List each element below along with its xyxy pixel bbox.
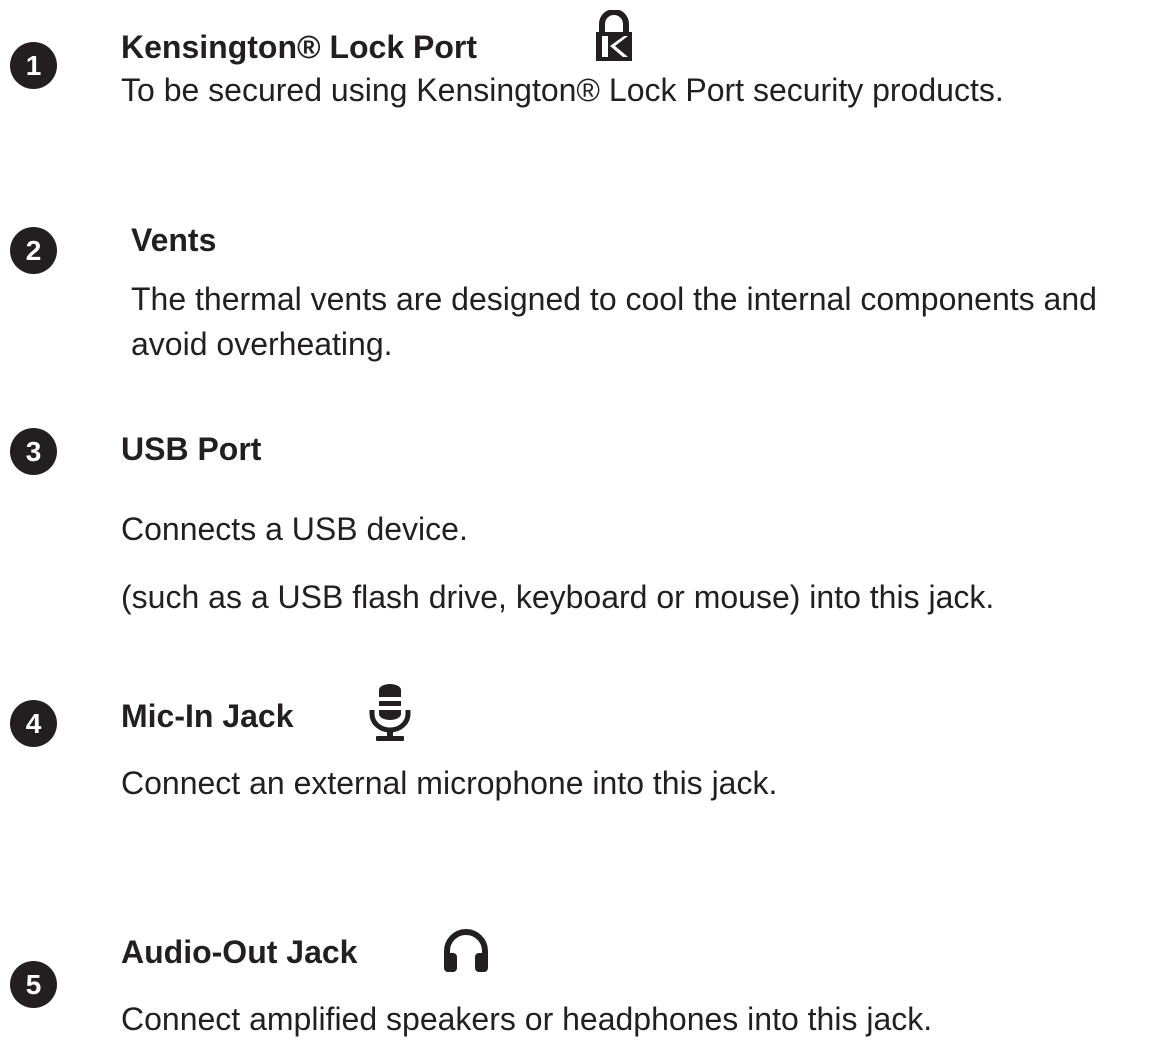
item-description-kensington-lock-port: To be secured using Kensington® Lock Por… xyxy=(121,72,1004,108)
microphone-icon xyxy=(368,684,412,744)
item-description-usb-port-line-1: Connects a USB device. xyxy=(121,511,468,547)
item-description-mic-in-jack: Connect an external microphone into this… xyxy=(121,765,778,801)
item-title-usb-port: USB Port xyxy=(121,431,262,467)
item-number-badge-5: 5 xyxy=(10,961,57,1008)
item-description-usb-port-line-2: (such as a USB flash drive, keyboard or … xyxy=(121,579,995,615)
item-number-badge-3: 3 xyxy=(10,428,57,475)
headphones-icon xyxy=(441,925,491,973)
item-description-vents-line-2: avoid overheating. xyxy=(131,326,393,362)
item-number-badge-2: 2 xyxy=(10,227,57,274)
item-title-audio-out-jack: Audio-Out Jack xyxy=(121,934,358,970)
item-title-mic-in-jack: Mic-In Jack xyxy=(121,698,294,734)
item-description-vents-line-1: The thermal vents are designed to cool t… xyxy=(131,281,1097,317)
item-title-kensington-lock-port: Kensington® Lock Port xyxy=(121,29,478,65)
item-number-badge-4: 4 xyxy=(10,700,57,747)
item-title-vents: Vents xyxy=(131,222,217,258)
item-number-badge-1: 1 xyxy=(10,42,57,89)
item-description-audio-out-jack: Connect amplified speakers or headphones… xyxy=(121,1001,933,1037)
kensington-lock-icon xyxy=(594,10,634,62)
